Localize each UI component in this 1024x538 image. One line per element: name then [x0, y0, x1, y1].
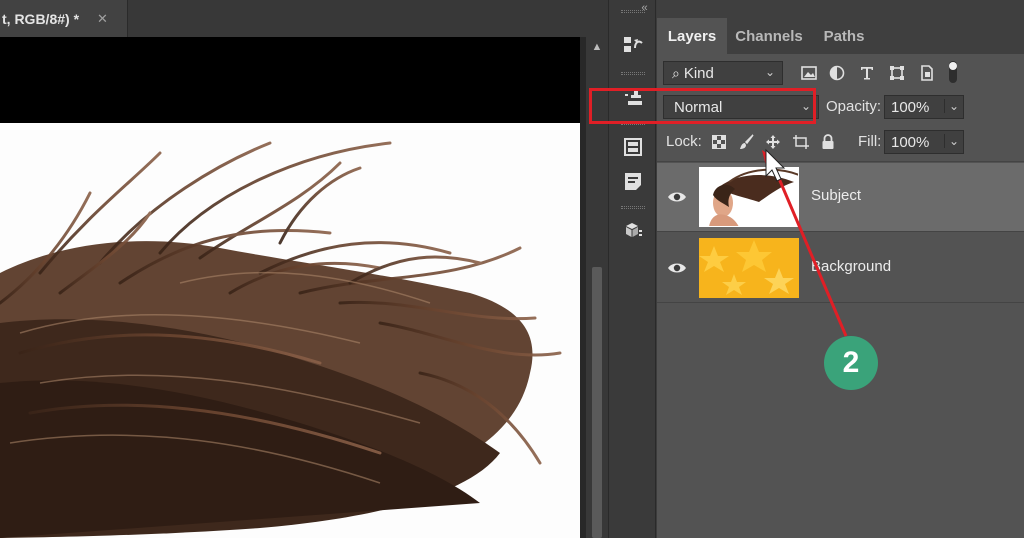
fill-label: Fill: — [858, 133, 882, 150]
search-icon: ⌕ — [672, 64, 680, 81]
panel-tabs: Layers Channels Paths — [657, 18, 1024, 54]
properties-icon[interactable] — [618, 132, 648, 162]
fill-field[interactable]: 100% ⌄ — [884, 130, 964, 154]
type-filter-icon[interactable] — [858, 64, 876, 82]
yellow-stars-thumbnail — [699, 238, 799, 298]
lock-transparent-pixels-icon[interactable] — [710, 133, 728, 151]
hair-image — [0, 141, 562, 538]
panel-top-strip — [657, 0, 1024, 18]
panel-icon-column — [608, 0, 656, 538]
eye-icon[interactable] — [667, 187, 687, 207]
filter-kind-select[interactable]: ⌕ Kind ⌄ — [663, 61, 783, 85]
filter-toggle-icon[interactable] — [947, 60, 959, 84]
3d-icon[interactable] — [618, 216, 648, 246]
chevron-down-icon[interactable]: ⌄ — [943, 134, 959, 148]
opacity-field[interactable]: 100% ⌄ — [884, 95, 964, 119]
scrollbar-thumb[interactable] — [592, 267, 602, 538]
smart-object-filter-icon[interactable] — [918, 64, 936, 82]
tab-paths[interactable]: Paths — [811, 18, 877, 54]
chevron-down-icon: ⌄ — [764, 65, 775, 79]
layers-panel: Layers Channels Paths ⌕ Kind ⌄ Normal ⌄ … — [657, 0, 1024, 538]
shape-filter-icon[interactable] — [888, 64, 906, 82]
lock-image-pixels-icon[interactable] — [738, 133, 756, 151]
step-number-badge: 2 — [824, 336, 878, 390]
history-icon[interactable] — [618, 30, 648, 60]
opacity-label: Opacity: — [826, 98, 882, 115]
scroll-up-arrow-icon[interactable]: ▲ — [586, 41, 608, 57]
document-tab-title: t, RGB/8#) * — [2, 10, 80, 27]
fill-value: 100% — [891, 133, 930, 151]
divider — [657, 231, 1024, 232]
canvas-black-region[interactable] — [0, 37, 580, 123]
column-grip[interactable] — [621, 206, 645, 209]
column-grip[interactable] — [621, 72, 645, 75]
lock-position-icon[interactable] — [764, 133, 782, 151]
canvas-image[interactable] — [0, 123, 580, 538]
layer-row-subject[interactable]: Subject — [657, 163, 1024, 231]
adjustment-filter-icon[interactable] — [828, 64, 846, 82]
close-icon[interactable]: ✕ — [97, 11, 108, 27]
divider — [657, 161, 1024, 162]
layer-name: Subject — [811, 187, 862, 204]
lock-label: Lock: — [666, 133, 702, 150]
tab-channels[interactable]: Channels — [727, 18, 811, 54]
woman-hair-thumbnail — [699, 167, 799, 227]
layer-row-background[interactable]: Background — [657, 234, 1024, 302]
chevron-down-icon[interactable]: ⌄ — [943, 99, 959, 113]
notes-icon[interactable] — [618, 166, 648, 196]
filter-kind-value: Kind — [683, 64, 714, 82]
image-filter-icon[interactable] — [800, 64, 818, 82]
lock-artboard-icon[interactable] — [792, 133, 810, 151]
divider — [657, 302, 1024, 303]
tab-layers[interactable]: Layers — [657, 18, 727, 54]
document-tab[interactable]: t, RGB/8#) * ✕ — [0, 0, 128, 37]
blend-mode-highlight — [589, 88, 816, 124]
opacity-value: 100% — [891, 98, 930, 116]
lock-all-icon[interactable] — [819, 133, 837, 151]
eye-icon[interactable] — [667, 258, 687, 278]
document-area: t, RGB/8#) * ✕ ▲ — [0, 0, 608, 538]
layer-name: Background — [811, 258, 892, 275]
tab-bar — [128, 0, 608, 37]
collapse-panels-icon[interactable]: ‹‹ — [608, 2, 680, 14]
